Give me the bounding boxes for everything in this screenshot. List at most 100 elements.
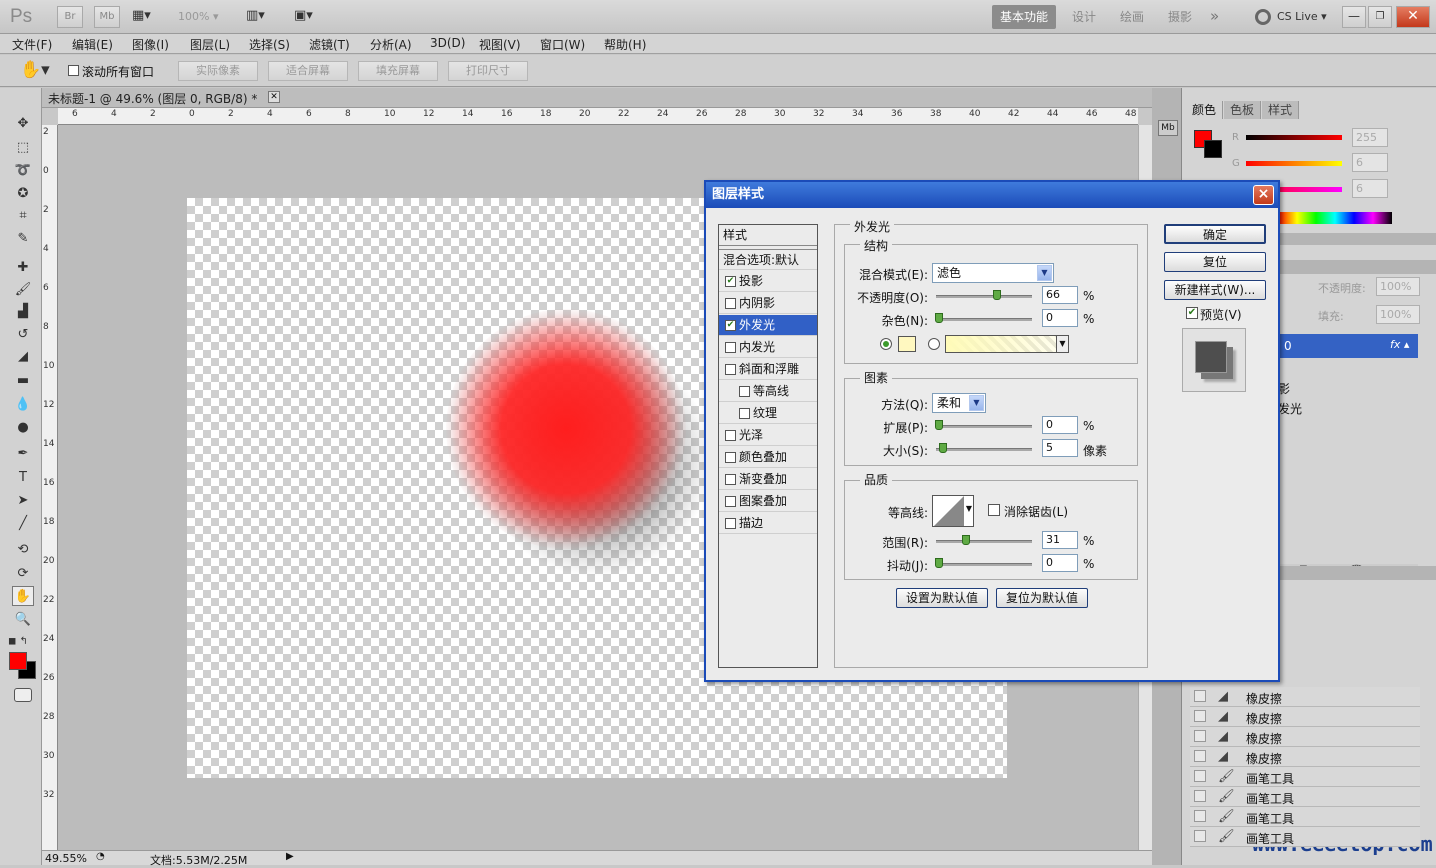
layer-name[interactable]: 0 [1284, 339, 1292, 353]
preview-checkbox[interactable]: ✔ [1186, 307, 1198, 319]
menu-filter[interactable]: 滤镜(T) [309, 36, 350, 53]
history-snapshot-checkbox[interactable] [1194, 750, 1206, 762]
hand-tool-preset-icon[interactable]: ✋▾ [20, 60, 50, 80]
style-item-checkbox[interactable] [739, 386, 750, 397]
arrange-documents-icon[interactable]: ▥▾ [246, 8, 278, 26]
marquee-tool-icon[interactable]: ⬚ [12, 138, 34, 158]
cs-live-icon[interactable] [1255, 9, 1271, 25]
gradient-radio[interactable] [928, 338, 940, 350]
3d-orbit-tool-icon[interactable]: ⟳ [12, 564, 34, 584]
range-slider[interactable] [936, 535, 1032, 545]
menu-view[interactable]: 视图(V) [479, 36, 521, 53]
opacity-input[interactable]: 66 [1042, 286, 1078, 304]
selected-layer-row[interactable]: 0 fx ▴ [1278, 334, 1418, 358]
bridge-button[interactable]: Br [57, 6, 83, 28]
history-row[interactable]: ◢ 橡皮擦 [1190, 727, 1420, 747]
noise-input[interactable]: 0 [1042, 309, 1078, 327]
foreground-color-swatch[interactable] [9, 652, 27, 670]
noise-slider[interactable] [935, 313, 1032, 323]
menu-file[interactable]: 文件(F) [12, 36, 52, 53]
channel-g-slider[interactable] [1246, 161, 1342, 166]
technique-select[interactable]: 柔和 ▼ [932, 393, 986, 413]
view-extras-icon[interactable]: ▦▾ [132, 8, 164, 26]
style-item-checkbox[interactable]: ✔ [725, 276, 736, 287]
workspace-essentials[interactable]: 基本功能 [992, 5, 1057, 29]
style-item[interactable]: 纹理 [719, 403, 817, 424]
move-tool-icon[interactable]: ✥ [12, 114, 34, 134]
size-input[interactable]: 5 [1042, 439, 1078, 457]
cs-live-menu[interactable]: CS Live ▾ [1277, 10, 1327, 23]
pen-tool-icon[interactable]: ✒ [12, 444, 34, 464]
zoom-level-select[interactable]: 100% ▾ [178, 6, 230, 28]
style-item[interactable]: 描边 [719, 513, 817, 534]
style-item-checkbox[interactable] [725, 298, 736, 309]
layer-effect-outer-glow[interactable]: 发光 [1278, 400, 1302, 417]
print-size-button[interactable]: 打印尺寸 [448, 61, 528, 81]
antialias-checkbox[interactable] [988, 504, 1000, 516]
ok-button[interactable]: 确定 [1164, 224, 1266, 244]
fill-screen-button[interactable]: 填充屏幕 [358, 61, 438, 81]
status-arrow-icon[interactable]: ▶ [286, 851, 294, 862]
history-row[interactable]: 🖌 画笔工具 [1190, 767, 1420, 787]
style-item-checkbox[interactable] [725, 474, 736, 485]
fit-screen-button[interactable]: 适合屏幕 [268, 61, 348, 81]
history-row[interactable]: 🖌 画笔工具 [1190, 807, 1420, 827]
menu-analysis[interactable]: 分析(A) [370, 36, 412, 53]
size-slider-thumb[interactable] [938, 443, 947, 453]
style-item[interactable]: 斜面和浮雕 [719, 359, 817, 380]
menu-layer[interactable]: 图层(L) [190, 36, 230, 53]
clone-stamp-tool-icon[interactable]: ▟ [12, 302, 34, 322]
history-snapshot-checkbox[interactable] [1194, 830, 1206, 842]
spread-slider[interactable] [935, 420, 1032, 430]
glow-gradient-picker[interactable]: ▼ [945, 335, 1069, 353]
style-item-checkbox[interactable] [739, 408, 750, 419]
tab-color[interactable]: 颜色 [1186, 101, 1224, 119]
style-item-checkbox[interactable] [725, 452, 736, 463]
style-item-checkbox[interactable] [725, 430, 736, 441]
range-input[interactable]: 31 [1042, 531, 1078, 549]
jitter-slider[interactable] [935, 558, 1032, 568]
blend-options-item[interactable]: 混合选项:默认 [719, 249, 817, 270]
hand-tool-icon[interactable]: ✋ [12, 586, 34, 606]
menu-3d[interactable]: 3D(D) [430, 36, 465, 50]
spread-input[interactable]: 0 [1042, 416, 1078, 434]
style-item[interactable]: 渐变叠加 [719, 469, 817, 490]
style-item-checkbox[interactable] [725, 342, 736, 353]
history-snapshot-checkbox[interactable] [1194, 690, 1206, 702]
channel-r-value[interactable]: 255 [1352, 128, 1388, 147]
panel-bg-swatch[interactable] [1204, 140, 1222, 158]
style-item[interactable]: 光泽 [719, 425, 817, 446]
minibridge-button[interactable]: Mb [94, 6, 120, 28]
layers-opacity-value[interactable]: 100% [1376, 277, 1420, 296]
workspace-design[interactable]: 设计 [1064, 5, 1104, 29]
opacity-slider[interactable] [936, 290, 1032, 300]
history-brush-tool-icon[interactable]: ↺ [12, 325, 34, 345]
style-item-checkbox[interactable] [725, 364, 736, 375]
channel-b-value[interactable]: 6 [1352, 179, 1388, 198]
glow-color-swatch[interactable] [898, 336, 916, 352]
dodge-tool-icon[interactable]: ● [12, 418, 34, 438]
channel-r-slider[interactable] [1246, 135, 1342, 140]
path-select-tool-icon[interactable]: ➤ [12, 491, 34, 511]
scroll-all-windows-checkbox[interactable] [68, 65, 79, 76]
color-spectrum-ramp[interactable] [1278, 212, 1392, 224]
minibridge-panel-icon[interactable]: Mb [1158, 120, 1178, 136]
zoom-tool-icon[interactable]: 🔍 [12, 610, 34, 630]
menu-select[interactable]: 选择(S) [249, 36, 290, 53]
jitter-slider-thumb[interactable] [935, 558, 943, 568]
history-snapshot-checkbox[interactable] [1194, 710, 1206, 722]
spread-slider-thumb[interactable] [935, 420, 943, 430]
size-slider[interactable] [936, 443, 1032, 453]
opacity-slider-thumb[interactable] [993, 290, 1002, 300]
healing-brush-tool-icon[interactable]: ✚ [12, 258, 34, 278]
document-tab-title[interactable]: 未标题-1 @ 49.6% (图层 0, RGB/8) * [48, 90, 257, 107]
style-item[interactable]: ✔ 外发光 [719, 315, 817, 336]
style-item[interactable]: 颜色叠加 [719, 447, 817, 468]
style-item[interactable]: 内阴影 [719, 293, 817, 314]
fx-icon[interactable]: fx ▴ [1390, 338, 1409, 351]
restore-button[interactable]: ❐ [1368, 6, 1392, 28]
noise-slider-thumb[interactable] [935, 313, 943, 323]
workspace-painting[interactable]: 绘画 [1112, 5, 1152, 29]
quick-mask-icon[interactable] [14, 688, 32, 702]
brush-tool-icon[interactable]: 🖌 [12, 280, 34, 300]
